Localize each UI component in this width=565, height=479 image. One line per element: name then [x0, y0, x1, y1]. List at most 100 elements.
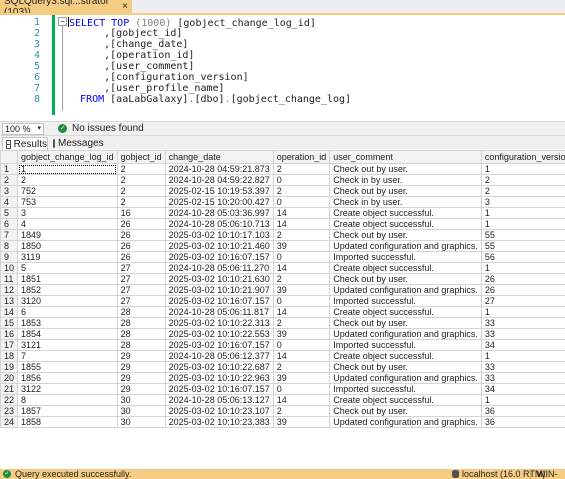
- column-header[interactable]: gobject_id: [116, 150, 166, 164]
- table-cell[interactable]: Check out by user.: [329, 405, 482, 417]
- table-cell[interactable]: 30: [116, 416, 166, 428]
- table-cell[interactable]: 0: [272, 174, 331, 186]
- table-cell[interactable]: 3119: [17, 251, 118, 263]
- table-cell[interactable]: 2025-03-02 10:16:07.157: [164, 295, 274, 307]
- table-cell[interactable]: 2025-03-02 10:10:21.907: [164, 284, 274, 296]
- row-number[interactable]: 18: [0, 350, 19, 362]
- table-cell[interactable]: 2024-10-28 05:06:11.270: [164, 262, 274, 274]
- row-number[interactable]: 10: [0, 262, 19, 274]
- table-cell[interactable]: 3120: [17, 295, 118, 307]
- table-cell[interactable]: 2: [272, 361, 331, 373]
- table-cell[interactable]: 39: [272, 372, 331, 384]
- table-cell[interactable]: 2025-03-02 10:16:07.157: [164, 251, 274, 263]
- row-number[interactable]: 24: [0, 416, 19, 428]
- results-grid[interactable]: gobject_change_log_id gobject_id change_da…: [0, 150, 565, 469]
- table-cell[interactable]: 2: [480, 174, 565, 186]
- table-cell[interactable]: Create object successful.: [329, 350, 482, 362]
- table-cell[interactable]: 4: [17, 218, 118, 230]
- code-line[interactable]: 3 ,[change_date]: [0, 39, 565, 50]
- table-cell[interactable]: 2024-10-28 05:06:13.127: [164, 394, 274, 406]
- row-number[interactable]: 23: [0, 405, 19, 417]
- table-cell[interactable]: 2: [480, 185, 565, 197]
- table-cell[interactable]: 14: [272, 218, 331, 230]
- table-cell[interactable]: Imported successful.: [329, 383, 482, 395]
- code-line[interactable]: 1 SELECT TOP (1000) [gobject_change_log_i…: [0, 17, 565, 29]
- row-number[interactable]: 8: [0, 240, 19, 252]
- table-cell[interactable]: 33: [480, 328, 565, 340]
- table-cell[interactable]: Check out by user.: [329, 185, 482, 197]
- table-cell[interactable]: 752: [17, 185, 118, 197]
- table-cell[interactable]: 27: [116, 262, 166, 274]
- table-cell[interactable]: 36: [480, 416, 565, 428]
- row-number[interactable]: 12: [0, 284, 19, 296]
- table-cell[interactable]: 3: [17, 207, 118, 219]
- table-cell[interactable]: 1858: [17, 416, 118, 428]
- table-cell[interactable]: 1853: [17, 317, 118, 329]
- table-cell[interactable]: 27: [116, 295, 166, 307]
- table-cell[interactable]: 26: [116, 251, 166, 263]
- table-cell[interactable]: 1: [480, 394, 565, 406]
- table-cell[interactable]: Check out by user.: [329, 317, 482, 329]
- table-cell[interactable]: Updated configuration and graphics.: [329, 240, 482, 252]
- table-cell[interactable]: 3122: [17, 383, 118, 395]
- tab-results[interactable]: Results: [2, 137, 48, 150]
- table-cell[interactable]: Check out by user.: [329, 361, 482, 373]
- table-cell[interactable]: 14: [272, 306, 331, 318]
- row-number[interactable]: 3: [0, 185, 19, 197]
- table-cell[interactable]: 56: [480, 251, 565, 263]
- table-cell[interactable]: 26: [480, 273, 565, 285]
- table-cell[interactable]: 2025-03-02 10:10:22.963: [164, 372, 274, 384]
- table-cell[interactable]: 0: [272, 339, 331, 351]
- table-cell[interactable]: 1: [480, 306, 565, 318]
- table-cell[interactable]: 14: [272, 207, 331, 219]
- table-cell[interactable]: 1: [480, 207, 565, 219]
- table-cell[interactable]: 8: [17, 394, 118, 406]
- table-cell[interactable]: 33: [480, 361, 565, 373]
- table-cell[interactable]: 0: [272, 196, 331, 208]
- column-header[interactable]: gobject_change_log_id: [17, 150, 118, 164]
- table-cell[interactable]: 1856: [17, 372, 118, 384]
- row-number[interactable]: 11: [0, 273, 19, 285]
- table-cell[interactable]: 2: [272, 229, 331, 241]
- table-cell[interactable]: Check out by user.: [329, 229, 482, 241]
- table-cell[interactable]: 2025-03-02 10:10:22.687: [164, 361, 274, 373]
- table-cell[interactable]: 55: [480, 240, 565, 252]
- table-cell[interactable]: 33: [480, 317, 565, 329]
- table-cell[interactable]: 39: [272, 416, 331, 428]
- table-cell[interactable]: Updated configuration and graphics.: [329, 372, 482, 384]
- table-cell[interactable]: Create object successful.: [329, 218, 482, 230]
- table-cell[interactable]: Create object successful.: [329, 207, 482, 219]
- table-cell[interactable]: 16: [116, 207, 166, 219]
- table-cell[interactable]: 27: [116, 273, 166, 285]
- table-cell[interactable]: 1849: [17, 229, 118, 241]
- table-cell[interactable]: Imported successful.: [329, 339, 482, 351]
- table-cell[interactable]: 1852: [17, 284, 118, 296]
- table-cell[interactable]: 2: [272, 273, 331, 285]
- table-cell[interactable]: 29: [116, 361, 166, 373]
- table-cell[interactable]: 14: [272, 350, 331, 362]
- table-cell[interactable]: 2024-10-28 04:59:21.873: [164, 163, 274, 175]
- table-cell[interactable]: 30: [116, 405, 166, 417]
- table-cell[interactable]: 39: [272, 240, 331, 252]
- row-number[interactable]: 6: [0, 218, 19, 230]
- table-cell[interactable]: 26: [480, 284, 565, 296]
- table-cell[interactable]: 0: [272, 251, 331, 263]
- row-number[interactable]: 20: [0, 372, 19, 384]
- table-cell[interactable]: 28: [116, 306, 166, 318]
- close-icon[interactable]: ×: [122, 0, 128, 13]
- row-header-corner[interactable]: [0, 150, 19, 164]
- table-cell[interactable]: 2025-03-02 10:10:22.553: [164, 328, 274, 340]
- table-cell[interactable]: 2025-03-02 10:10:23.107: [164, 405, 274, 417]
- table-cell[interactable]: 34: [480, 383, 565, 395]
- table-cell[interactable]: 2: [17, 174, 118, 186]
- table-cell[interactable]: 1: [480, 262, 565, 274]
- row-number[interactable]: 1: [0, 163, 19, 175]
- code-line[interactable]: 4 ,[operation_id]: [0, 50, 565, 61]
- table-cell[interactable]: 2: [272, 317, 331, 329]
- table-cell[interactable]: Create object successful.: [329, 306, 482, 318]
- table-cell[interactable]: 2: [272, 405, 331, 417]
- table-cell[interactable]: 39: [272, 328, 331, 340]
- table-cell[interactable]: 0: [272, 295, 331, 307]
- table-cell[interactable]: 2025-02-15 10:19:53.397: [164, 185, 274, 197]
- table-cell[interactable]: 2025-03-02 10:10:17.103: [164, 229, 274, 241]
